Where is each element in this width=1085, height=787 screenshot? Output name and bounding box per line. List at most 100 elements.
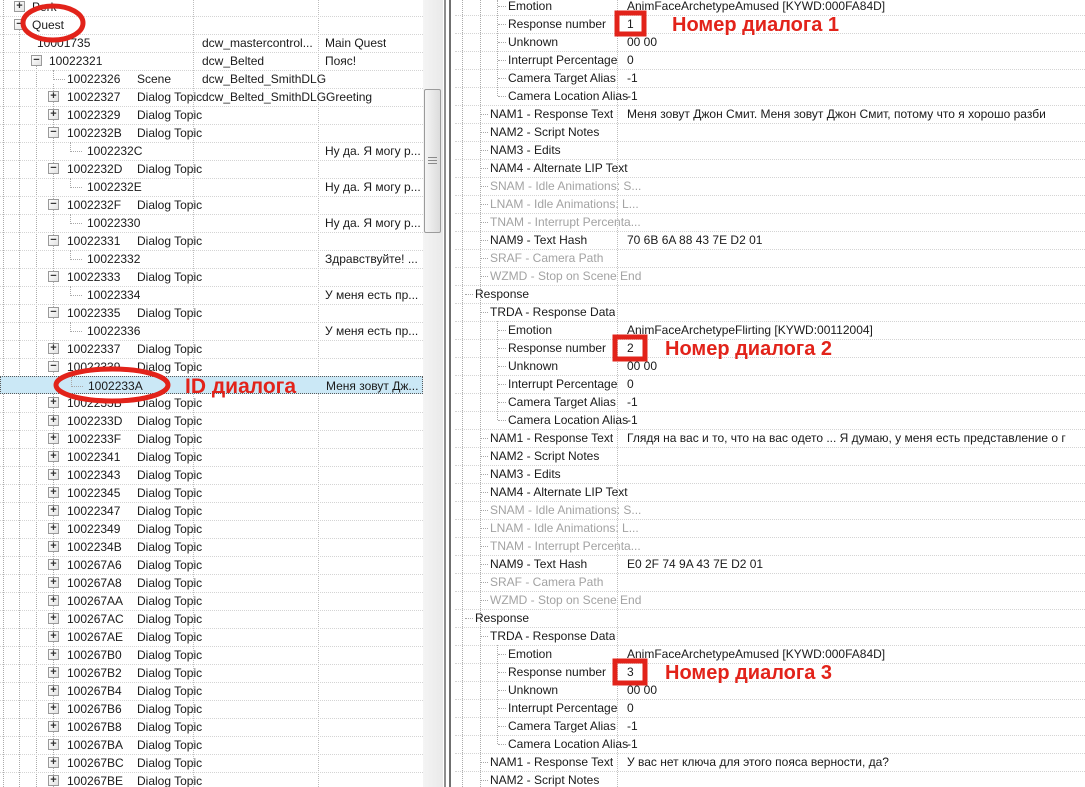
field-row[interactable]: NAM4 - Alternate LIP Text <box>455 159 1085 178</box>
scrollbar-thumb[interactable] <box>424 89 441 233</box>
field-row[interactable]: NAM4 - Alternate LIP Text <box>455 483 1085 502</box>
tree-row[interactable]: 10022326Scenedcw_Belted_SmithDLG <box>0 70 423 89</box>
field-row[interactable]: SNAM - Idle Animations: S... <box>455 177 1085 196</box>
tree-row[interactable]: +1002233FDialog Topic <box>0 430 423 449</box>
field-row[interactable]: TNAM - Interrupt Percenta... <box>455 537 1085 556</box>
tree-row[interactable]: +100267A6Dialog Topic <box>0 556 423 575</box>
field-row[interactable]: Unknown00 00 <box>455 357 1085 376</box>
field-row[interactable]: SRAF - Camera Path <box>455 249 1085 268</box>
expand-plus-icon[interactable]: + <box>48 343 59 354</box>
collapse-minus-icon[interactable]: − <box>48 235 59 246</box>
field-row[interactable]: Camera Target Alias-1 <box>455 69 1085 88</box>
field-row[interactable]: NAM3 - Edits <box>455 465 1085 484</box>
field-row[interactable]: NAM1 - Response TextМеня зовут Джон Смит… <box>455 105 1085 124</box>
tree-row[interactable]: +100267BEDialog Topic <box>0 772 423 787</box>
collapse-minus-icon[interactable]: − <box>48 163 59 174</box>
expand-plus-icon[interactable]: + <box>48 397 59 408</box>
expand-plus-icon[interactable]: + <box>48 631 59 642</box>
collapse-minus-icon[interactable]: − <box>48 127 59 138</box>
tree-row[interactable]: +10022345Dialog Topic <box>0 484 423 503</box>
tree-row[interactable]: +10022341Dialog Topic <box>0 448 423 467</box>
tree-row[interactable]: −10022339Dialog Topic <box>0 358 423 377</box>
tree-row[interactable]: +10022347Dialog Topic <box>0 502 423 521</box>
tree-row[interactable]: −1002232FDialog Topic <box>0 196 423 215</box>
tree-row[interactable]: +10022349Dialog Topic <box>0 520 423 539</box>
expand-plus-icon[interactable]: + <box>48 415 59 426</box>
panel-splitter[interactable] <box>443 0 455 787</box>
expand-plus-icon[interactable]: + <box>48 703 59 714</box>
tree-row[interactable]: +100267B2Dialog Topic <box>0 664 423 683</box>
expand-plus-icon[interactable]: + <box>48 739 59 750</box>
tree-row[interactable]: 1002232EНу да. Я могу р... <box>0 178 423 197</box>
tree-row[interactable]: +100267AEDialog Topic <box>0 628 423 647</box>
collapse-minus-icon[interactable]: − <box>48 361 59 372</box>
field-row[interactable]: NAM2 - Script Notes <box>455 771 1085 787</box>
collapse-minus-icon[interactable]: − <box>31 55 42 66</box>
field-row[interactable]: Unknown00 00 <box>455 681 1085 700</box>
field-row[interactable]: LNAM - Idle Animations: L... <box>455 195 1085 214</box>
expand-plus-icon[interactable]: + <box>14 1 25 12</box>
field-row[interactable]: Response number2 <box>455 339 1085 358</box>
tree-row[interactable]: +100267ACDialog Topic <box>0 610 423 629</box>
field-row[interactable]: NAM9 - Text HashE0 2F 74 9A 43 7E D2 01 <box>455 555 1085 574</box>
field-row[interactable]: Response number3 <box>455 663 1085 682</box>
expand-plus-icon[interactable]: + <box>48 505 59 516</box>
field-row[interactable]: Camera Target Alias-1 <box>455 393 1085 412</box>
field-row[interactable]: Unknown00 00 <box>455 33 1085 52</box>
expand-plus-icon[interactable]: + <box>48 109 59 120</box>
field-row[interactable]: WZMD - Stop on Scene End <box>455 591 1085 610</box>
expand-plus-icon[interactable]: + <box>48 595 59 606</box>
tree-row[interactable]: −Quest <box>0 16 423 35</box>
field-row[interactable]: EmotionAnimFaceArchetypeAmused [KYWD:000… <box>455 0 1085 16</box>
expand-plus-icon[interactable]: + <box>48 613 59 624</box>
field-row[interactable]: SRAF - Camera Path <box>455 573 1085 592</box>
tree-row[interactable]: +100267B0Dialog Topic <box>0 646 423 665</box>
field-row[interactable]: Camera Target Alias-1 <box>455 717 1085 736</box>
tree-row[interactable]: +100267BADialog Topic <box>0 736 423 755</box>
field-row[interactable]: Response <box>455 609 1085 628</box>
expand-plus-icon[interactable]: + <box>48 433 59 444</box>
field-row[interactable]: TNAM - Interrupt Percenta... <box>455 213 1085 232</box>
field-row[interactable]: EmotionAnimFaceArchetypeAmused [KYWD:000… <box>455 645 1085 664</box>
expand-plus-icon[interactable]: + <box>48 757 59 768</box>
tree-row[interactable]: 10022334У меня есть пр... <box>0 286 423 305</box>
collapse-minus-icon[interactable]: − <box>48 307 59 318</box>
tree-row[interactable]: +10022343Dialog Topic <box>0 466 423 485</box>
field-row[interactable]: NAM2 - Script Notes <box>455 123 1085 142</box>
tree-row[interactable]: +100267B8Dialog Topic <box>0 718 423 737</box>
field-row[interactable]: WZMD - Stop on Scene End <box>455 267 1085 286</box>
field-row[interactable]: Camera Location Alias-1 <box>455 411 1085 430</box>
expand-plus-icon[interactable]: + <box>48 721 59 732</box>
tree-row[interactable]: 10022330Ну да. Я могу р... <box>0 214 423 233</box>
tree-row[interactable]: +100267AADialog Topic <box>0 592 423 611</box>
tree-row[interactable]: 1002233AМеня зовут Дж... <box>0 376 423 394</box>
field-row[interactable]: EmotionAnimFaceArchetypeFlirting [KYWD:0… <box>455 321 1085 340</box>
tree-row[interactable]: 1002232CНу да. Я могу р... <box>0 142 423 161</box>
tree-row[interactable]: 10001735dcw_mastercontrol...Main Quest <box>0 34 423 53</box>
tree-row[interactable]: +1002233DDialog Topic <box>0 412 423 431</box>
expand-plus-icon[interactable]: + <box>48 91 59 102</box>
field-row[interactable]: Camera Location Alias-1 <box>455 87 1085 106</box>
tree-row[interactable]: −10022331Dialog Topic <box>0 232 423 251</box>
expand-plus-icon[interactable]: + <box>48 469 59 480</box>
tree-row[interactable]: +10022327Dialog Topicdcw_Belted_SmithDLG… <box>0 88 423 107</box>
tree-row[interactable]: −10022333Dialog Topic <box>0 268 423 287</box>
field-row[interactable]: SNAM - Idle Animations: S... <box>455 501 1085 520</box>
field-row[interactable]: NAM3 - Edits <box>455 141 1085 160</box>
vertical-scrollbar[interactable] <box>423 0 444 787</box>
expand-plus-icon[interactable]: + <box>48 649 59 660</box>
field-row[interactable]: Interrupt Percentage0 <box>455 51 1085 70</box>
tree-row[interactable]: −10022335Dialog Topic <box>0 304 423 323</box>
tree-row[interactable]: +10022329Dialog Topic <box>0 106 423 125</box>
tree-row[interactable]: −10022321dcw_BeltedПояс! <box>0 52 423 71</box>
field-row[interactable]: TRDA - Response Data <box>455 303 1085 322</box>
expand-plus-icon[interactable]: + <box>48 559 59 570</box>
expand-plus-icon[interactable]: + <box>48 775 59 786</box>
expand-plus-icon[interactable]: + <box>48 667 59 678</box>
collapse-minus-icon[interactable]: − <box>48 199 59 210</box>
field-row[interactable]: Interrupt Percentage0 <box>455 375 1085 394</box>
tree-row[interactable]: +Perk <box>0 0 423 17</box>
collapse-minus-icon[interactable]: − <box>48 271 59 282</box>
tree-row[interactable]: 10022336У меня есть пр... <box>0 322 423 341</box>
field-row[interactable]: Camera Location Alias-1 <box>455 735 1085 754</box>
